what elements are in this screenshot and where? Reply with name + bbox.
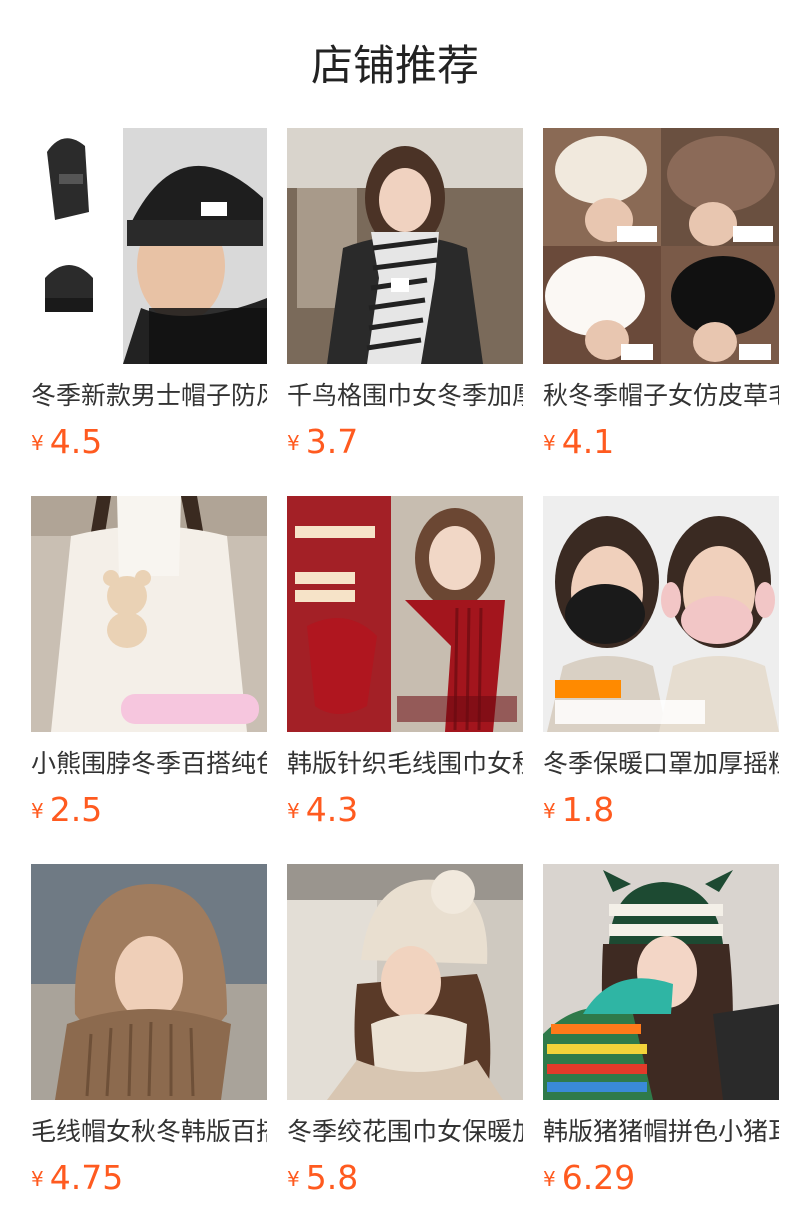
product-card[interactable]: 韩版针织毛线围巾女秋冬季 ¥4.3: [287, 496, 523, 864]
product-title[interactable]: 秋冬季帽子女仿皮草毛毛帽: [543, 378, 779, 414]
product-title[interactable]: 冬季新款男士帽子防风保暖: [31, 378, 267, 414]
price-value: 1.8: [561, 790, 615, 829]
cream-cable-knit-photo-icon: [287, 864, 523, 1100]
price-value: 4.3: [305, 790, 359, 829]
product-card[interactable]: 韩版猪猪帽拼色小猪耳朵 ¥6.29: [543, 864, 779, 1232]
product-image[interactable]: [31, 496, 267, 732]
product-card[interactable]: 秋冬季帽子女仿皮草毛毛帽 ¥4.1: [543, 128, 779, 496]
product-title[interactable]: 韩版针织毛线围巾女秋冬季: [287, 746, 523, 782]
product-price: ¥1.8: [543, 790, 779, 830]
product-title[interactable]: 韩版猪猪帽拼色小猪耳朵: [543, 1114, 779, 1150]
price-value: 3.7: [305, 422, 359, 461]
product-title[interactable]: 千鸟格围巾女冬季加厚保暖: [287, 378, 523, 414]
product-grid: 冬季新款男士帽子防风保暖 ¥4.5: [31, 128, 779, 1232]
teddy-neck-warmer-photo-icon: [31, 496, 267, 732]
product-card[interactable]: 冬季保暖口罩加厚摇粒绒 ¥1.8: [543, 496, 779, 864]
product-price: ¥2.5: [31, 790, 267, 830]
price-value: 2.5: [49, 790, 103, 829]
brown-knit-hat-scarf-photo-icon: [31, 864, 267, 1100]
price-value: 5.8: [305, 1158, 359, 1197]
currency-symbol: ¥: [287, 1167, 300, 1191]
product-image[interactable]: [543, 496, 779, 732]
currency-symbol: ¥: [287, 799, 300, 823]
red-knit-scarf-photo-icon: [287, 496, 523, 732]
black-beanie-photo-icon: [31, 128, 267, 364]
product-image[interactable]: [287, 864, 523, 1100]
price-value: 6.29: [561, 1158, 636, 1197]
currency-symbol: ¥: [287, 431, 300, 455]
product-price: ¥4.1: [543, 422, 779, 462]
product-title[interactable]: 冬季绞花围巾女保暖加厚: [287, 1114, 523, 1150]
product-price: ¥3.7: [287, 422, 523, 462]
product-image[interactable]: [543, 864, 779, 1100]
currency-symbol: ¥: [543, 431, 556, 455]
product-title[interactable]: 冬季保暖口罩加厚摇粒绒: [543, 746, 779, 782]
product-card[interactable]: 千鸟格围巾女冬季加厚保暖 ¥3.7: [287, 128, 523, 496]
striped-pig-hat-photo-icon: [543, 864, 779, 1100]
product-card[interactable]: 毛线帽女秋冬韩版百搭护耳 ¥4.75: [31, 864, 267, 1232]
price-value: 4.1: [561, 422, 615, 461]
fur-hat-photo-icon: [543, 128, 779, 364]
currency-symbol: ¥: [31, 431, 44, 455]
product-title[interactable]: 毛线帽女秋冬韩版百搭护耳: [31, 1114, 267, 1150]
product-image[interactable]: [287, 496, 523, 732]
product-price: ¥6.29: [543, 1158, 779, 1198]
houndstooth-scarf-photo-icon: [287, 128, 523, 364]
currency-symbol: ¥: [31, 1167, 44, 1191]
price-value: 4.5: [49, 422, 103, 461]
product-card[interactable]: 冬季绞花围巾女保暖加厚 ¥5.8: [287, 864, 523, 1232]
product-title[interactable]: 小熊围脖冬季百搭纯色毛绒: [31, 746, 267, 782]
currency-symbol: ¥: [543, 1167, 556, 1191]
currency-symbol: ¥: [543, 799, 556, 823]
product-price: ¥4.75: [31, 1158, 267, 1198]
product-image[interactable]: [287, 128, 523, 364]
currency-symbol: ¥: [31, 799, 44, 823]
product-image[interactable]: [543, 128, 779, 364]
shop-recommendation-page: 店铺推荐 冬季新款男士帽子防 ¥ 4.5 千鸟格围巾女冬季加 ¥ 3.7 秋冬季…: [0, 0, 790, 1232]
product-price: ¥5.8: [287, 1158, 523, 1198]
product-image[interactable]: [31, 128, 267, 364]
product-price: ¥4.5: [31, 422, 267, 462]
section-title: 店铺推荐: [310, 41, 479, 90]
earmuff-mask-photo-icon: [543, 496, 779, 732]
price-value: 4.75: [49, 1158, 124, 1197]
product-card[interactable]: 冬季新款男士帽子防风保暖 ¥4.5: [31, 128, 267, 496]
product-image[interactable]: [31, 864, 267, 1100]
product-card[interactable]: 小熊围脖冬季百搭纯色毛绒 ¥2.5: [31, 496, 267, 864]
product-price: ¥4.3: [287, 790, 523, 830]
